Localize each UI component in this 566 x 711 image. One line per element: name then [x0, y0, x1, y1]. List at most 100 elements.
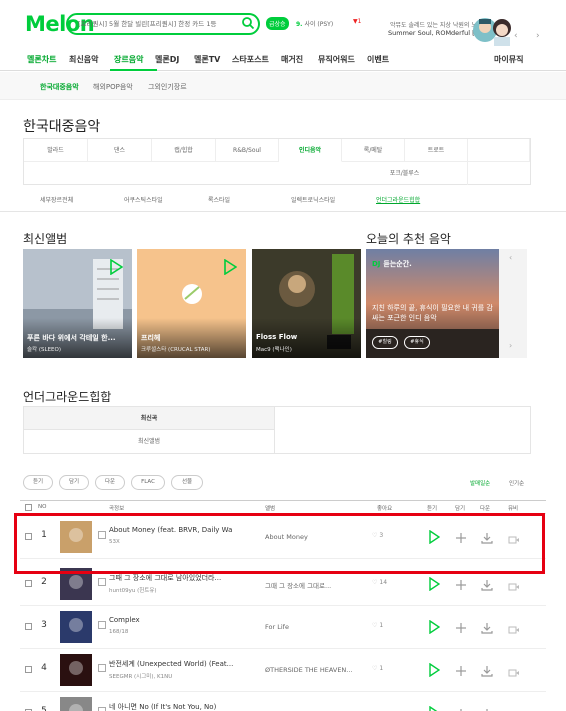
recommend-desc[interactable]: 지친 하루의 끝, 휴식이 필요한 내 귀를 감싸는 포근한 인디 음악 [372, 303, 496, 323]
like-button[interactable]: ♡ 14 [372, 579, 387, 586]
tag-healing[interactable]: #힐링 [372, 336, 398, 349]
download-button[interactable]: 다운 [95, 475, 125, 490]
substyle-all[interactable]: 세부장르전체 [40, 195, 73, 204]
like-button[interactable]: ♡ 3 [372, 532, 383, 539]
song-title[interactable]: Complex [109, 616, 233, 624]
song-artist[interactable]: SEEGMR (시그미), K1NU [109, 672, 233, 680]
play-icon[interactable] [428, 576, 441, 595]
like-button[interactable]: ♡ 1 [372, 665, 383, 672]
song-album[interactable]: 그때 그 장소에 그대로... [265, 580, 365, 590]
subnav-pop[interactable]: 해외POP음악 [93, 82, 133, 92]
substyle-electronic[interactable]: 일렉트로닉스타일 [291, 195, 335, 204]
promo-next-button[interactable]: › [536, 31, 540, 41]
play-icon[interactable] [428, 662, 441, 681]
album-card-2[interactable]: 프리헤 크루셜스타 (CRUCAL STAR) [137, 249, 246, 358]
substyle-rock[interactable]: 록스타일 [208, 195, 230, 204]
song-thumbnail[interactable] [60, 521, 92, 553]
tab-latest-songs[interactable]: 최신곡 [24, 407, 275, 430]
song-artist[interactable]: hunt09yu (헌트유) [109, 586, 233, 594]
add-icon[interactable] [455, 619, 467, 638]
nav-genre-music[interactable]: 장르음악 [114, 54, 143, 65]
genre-indie[interactable]: 인디음악 [279, 139, 342, 162]
like-button[interactable]: ♡ 1 [372, 622, 383, 629]
realtime-rank[interactable]: 9. 사이 (PSY) [296, 19, 333, 28]
add-icon[interactable] [455, 576, 467, 595]
mv-icon[interactable] [508, 663, 520, 682]
add-button[interactable]: 담기 [59, 475, 89, 490]
select-all-checkbox[interactable] [25, 504, 32, 511]
subnav-korean[interactable]: 한국대중음악 [40, 82, 79, 92]
search-icon[interactable] [241, 16, 255, 30]
genre-ballad[interactable]: 발라드 [24, 139, 88, 162]
sort-release[interactable]: 발매일순 [470, 479, 490, 487]
song-album[interactable]: For Life [265, 623, 365, 631]
genre-folk[interactable]: 포크/블루스 [342, 162, 468, 185]
substyle-acoustic[interactable]: 어쿠스틱스타일 [124, 195, 163, 204]
album-artist-2[interactable]: 크루셜스타 (CRUCAL STAR) [141, 345, 241, 353]
substyle-underground-hiphop[interactable]: 언더그라운드힙합 [376, 195, 420, 204]
album-title-2[interactable]: 프리헤 [141, 333, 241, 343]
album-title-3[interactable]: Floss Flow [256, 333, 356, 341]
song-title[interactable]: About Money (feat. BRVR, Daily Wa... [109, 526, 233, 534]
promo-line-1[interactable]: 악뮤도 솔레드 있는 지상 낙원의 노래 [390, 20, 482, 29]
mv-icon[interactable] [508, 577, 520, 596]
gift-button[interactable]: 선물 [171, 475, 203, 490]
download-icon[interactable] [481, 705, 493, 711]
row-checkbox[interactable] [25, 580, 32, 587]
genre-rock[interactable]: 록/메탈 [342, 139, 405, 162]
genre-rnb[interactable]: R&B/Soul [216, 139, 279, 162]
mv-icon[interactable] [508, 620, 520, 639]
album-artist-3[interactable]: Mac9 (맥나인) [256, 345, 356, 353]
play-icon[interactable] [109, 259, 123, 275]
song-title[interactable]: 네 아니면 No (If It's Not You, No) [109, 702, 233, 711]
recommend-card[interactable]: DJ 듣는순간. 지친 하루의 끝, 휴식이 필요한 내 귀를 감싸는 포근한 인… [366, 249, 499, 358]
genre-dance[interactable]: 댄스 [88, 139, 152, 162]
download-icon[interactable] [481, 619, 493, 638]
add-icon[interactable] [455, 662, 467, 681]
song-detail-icon[interactable] [98, 531, 106, 539]
play-icon[interactable] [428, 529, 441, 548]
song-thumbnail[interactable] [60, 611, 92, 643]
row-checkbox[interactable] [25, 666, 32, 673]
song-album[interactable]: About Money [265, 533, 365, 541]
album-card-3[interactable]: Floss Flow Mac9 (맥나인) [252, 249, 361, 358]
song-thumbnail[interactable] [60, 654, 92, 686]
add-icon[interactable] [455, 529, 467, 548]
song-artist[interactable]: 53X [109, 539, 233, 545]
song-detail-icon[interactable] [98, 578, 106, 586]
nav-event[interactable]: 이벤트 [367, 54, 389, 65]
flac-button[interactable]: FLAC [131, 475, 165, 490]
search-box[interactable]: [프리퀀시] 5월 한달 빌린[프리퀀시] 한정 카드 1등 [66, 13, 260, 35]
song-detail-icon[interactable] [98, 707, 106, 711]
download-icon[interactable] [481, 529, 493, 548]
song-title[interactable]: 그때 그 장소에 그대로 남아있었더라... [109, 573, 233, 583]
play-icon[interactable] [428, 619, 441, 638]
nav-magazine[interactable]: 매거진 [281, 54, 303, 65]
nav-starpost[interactable]: 스타포스트 [232, 54, 269, 65]
row-checkbox[interactable] [25, 533, 32, 540]
mv-icon[interactable] [508, 530, 520, 549]
nav-melon-chart[interactable]: 멜론차트 [27, 54, 56, 65]
recommend-prev-button[interactable]: ‹ [509, 253, 512, 262]
play-icon[interactable] [223, 259, 237, 275]
add-icon[interactable] [455, 705, 467, 711]
recommend-next-button[interactable]: › [509, 341, 512, 350]
sort-popular[interactable]: 인기순 [509, 479, 524, 487]
song-album[interactable]: ØTHERSIDE THE HEAVEN... [265, 666, 365, 674]
nav-music-award[interactable]: 뮤직어워드 [318, 54, 355, 65]
play-icon[interactable] [428, 705, 440, 711]
song-detail-icon[interactable] [98, 664, 106, 672]
tab-latest-albums[interactable]: 최신앨범 [24, 430, 275, 453]
song-artist[interactable]: 168/18 [109, 629, 233, 635]
song-title[interactable]: 반전세계 (Unexpected World) (Feat... [109, 659, 233, 669]
album-card-1[interactable]: 푸른 바다 위에서 각테일 한... 술칵 (SLEEO) [23, 249, 132, 358]
row-checkbox[interactable] [25, 623, 32, 630]
subnav-other[interactable]: 그외인기장르 [148, 82, 187, 92]
download-icon[interactable] [481, 662, 493, 681]
nav-melon-dj[interactable]: 멜론DJ [155, 54, 179, 65]
album-title-1[interactable]: 푸른 바다 위에서 각테일 한... [27, 333, 127, 343]
promo-artist-image[interactable] [473, 13, 513, 46]
song-thumbnail[interactable] [60, 697, 92, 711]
genre-trot[interactable]: 트로트 [405, 139, 468, 162]
download-icon[interactable] [481, 576, 493, 595]
